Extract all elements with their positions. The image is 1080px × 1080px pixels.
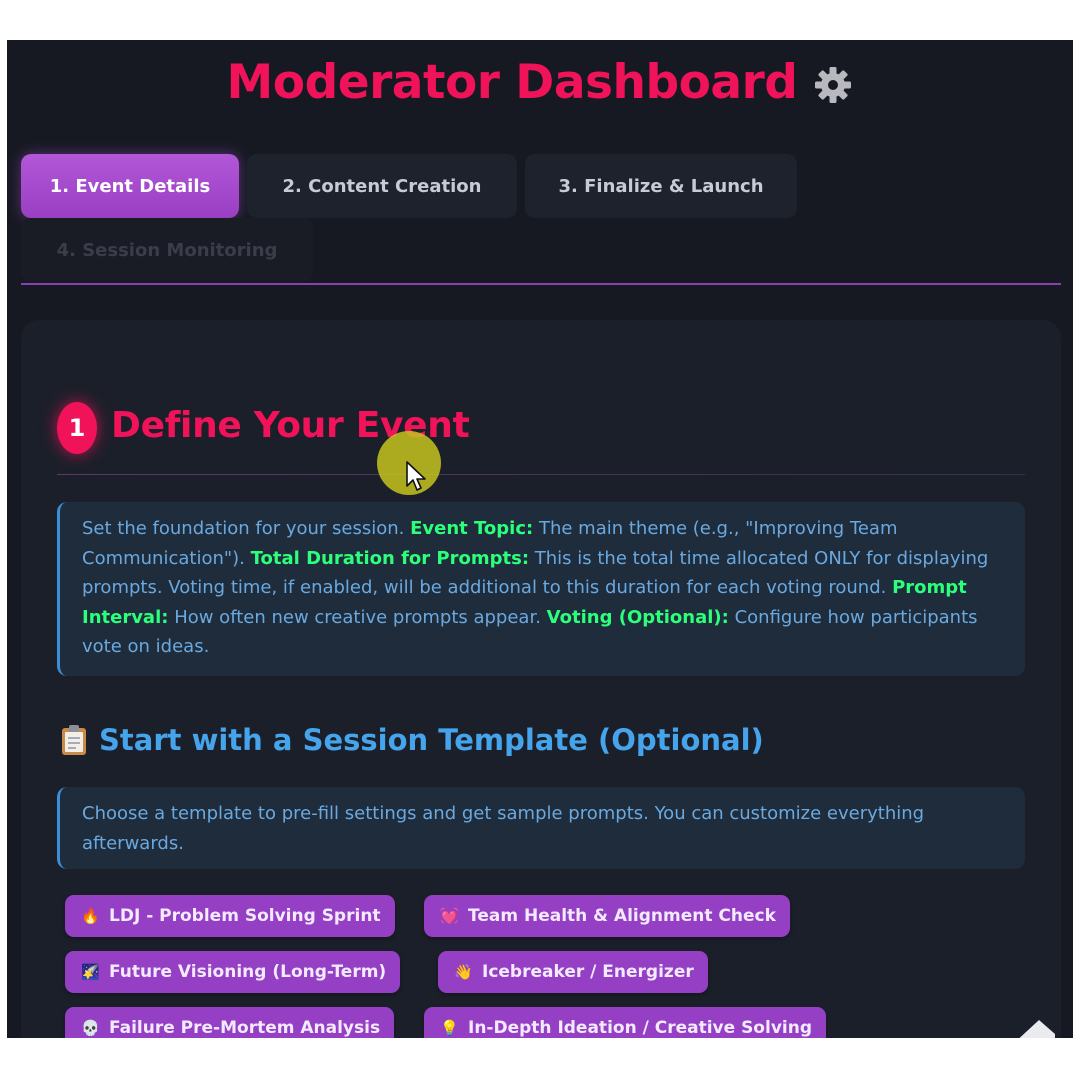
gear-icon[interactable]: [813, 65, 853, 105]
template-chip[interactable]: 💡 In-Depth Ideation / Creative Solving: [424, 1007, 826, 1038]
template-heading: Start with a Session Template (Optional): [61, 716, 764, 764]
tab-finalize-launch[interactable]: 3. Finalize & Launch: [525, 154, 797, 218]
template-chip[interactable]: 💀 Failure Pre-Mortem Analysis: [65, 1007, 395, 1038]
info-duration-label: Total Duration for Prompts:: [250, 547, 530, 569]
template-chip-label: LDJ - Problem Solving Sprint: [109, 906, 381, 926]
template-chip-label: Future Visioning (Long-Term): [109, 962, 387, 982]
mouse-pointer-icon: [406, 461, 426, 491]
shooting-star-icon: 🌠: [81, 963, 100, 981]
info-interval-text: How often new creative prompts appear.: [174, 606, 541, 628]
template-chip-label: Team Health & Alignment Check: [468, 906, 776, 926]
tab-content-creation[interactable]: 2. Content Creation: [247, 154, 517, 218]
clipboard-icon: [61, 724, 87, 756]
info-voting-label: Voting (Optional):: [546, 606, 729, 628]
tab-event-details[interactable]: 1. Event Details: [21, 154, 239, 218]
heart-icon: 💓: [440, 907, 459, 925]
template-description: Choose a template to pre-fill settings a…: [82, 803, 925, 854]
template-chip-label: Failure Pre-Mortem Analysis: [109, 1018, 381, 1038]
template-info-box: Choose a template to pre-fill settings a…: [57, 787, 1025, 869]
section-divider: [57, 474, 1025, 475]
flame-icon: 🔥: [81, 907, 100, 925]
template-chip[interactable]: 🌠 Future Visioning (Long-Term): [65, 951, 401, 993]
template-chip[interactable]: 👋 Icebreaker / Energizer: [438, 951, 708, 993]
lightbulb-icon: 💡: [440, 1019, 459, 1037]
template-chip-label: In-Depth Ideation / Creative Solving: [468, 1018, 812, 1038]
template-chip[interactable]: 💓 Team Health & Alignment Check: [424, 895, 790, 937]
page-title: Moderator Dashboard: [226, 54, 798, 110]
template-chip[interactable]: 🔥 LDJ - Problem Solving Sprint: [65, 895, 395, 937]
step-number-badge: 1: [57, 402, 97, 454]
info-intro: Set the foundation for your session.: [82, 518, 405, 539]
title-row: Moderator Dashboard: [7, 50, 1073, 114]
info-topic-label: Event Topic:: [410, 518, 534, 539]
event-info-box: Set the foundation for your session. Eve…: [57, 502, 1025, 676]
step-tabs: 1. Event Details 2. Content Creation 3. …: [21, 154, 1061, 294]
waving-hand-icon: 👋: [454, 963, 473, 981]
tab-session-monitoring: 4. Session Monitoring: [21, 218, 313, 282]
app-window: Moderator Dashboard 1. Event Details 2. …: [7, 40, 1073, 1038]
tab-divider: [21, 283, 1061, 285]
scroll-up-icon[interactable]: [1009, 1014, 1055, 1038]
template-section-title: Start with a Session Template (Optional): [99, 723, 764, 757]
skull-icon: 💀: [81, 1019, 100, 1037]
template-chip-label: Icebreaker / Energizer: [482, 962, 694, 982]
